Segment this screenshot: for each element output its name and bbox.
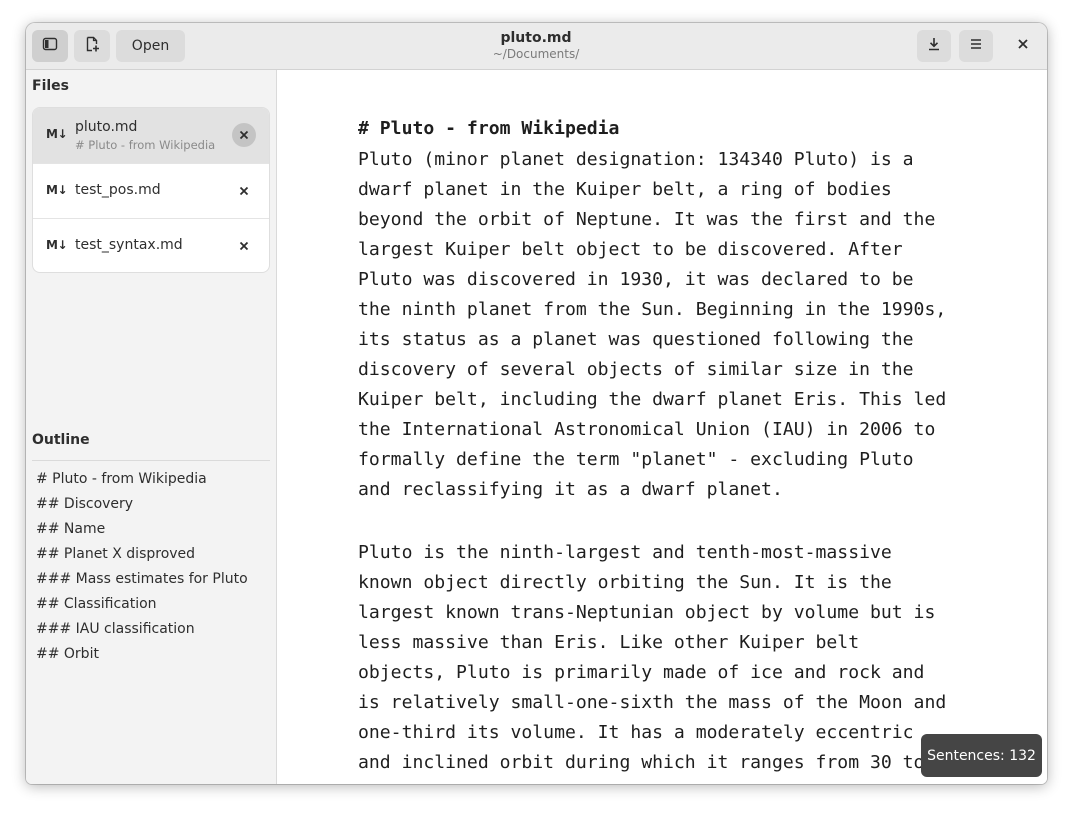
sidebar-icon bbox=[42, 36, 58, 56]
close-icon bbox=[239, 186, 249, 196]
outline-item[interactable]: ## Planet X disproved bbox=[36, 546, 195, 562]
close-file-button[interactable] bbox=[237, 239, 251, 253]
file-item-test-syntax[interactable]: M↓ test_syntax.md bbox=[33, 218, 269, 272]
outline-item[interactable]: # Pluto - from Wikipedia bbox=[36, 471, 207, 487]
close-icon bbox=[239, 241, 249, 251]
file-item-test-pos[interactable]: M↓ test_pos.md bbox=[33, 163, 269, 218]
download-icon bbox=[926, 36, 942, 56]
outline-item[interactable]: ## Name bbox=[36, 521, 105, 537]
file-item-name: test_pos.md bbox=[75, 182, 161, 198]
outline-item[interactable]: ### Mass estimates for Pluto bbox=[36, 571, 248, 587]
window-subtitle: ~/Documents/ bbox=[492, 47, 580, 61]
window-title-area: pluto.md ~/Documents/ bbox=[386, 29, 686, 62]
outline-item[interactable]: ## Orbit bbox=[36, 646, 99, 662]
close-file-button[interactable] bbox=[232, 123, 256, 147]
editor-area[interactable]: # Pluto - from Wikipedia Pluto (minor pl… bbox=[277, 70, 1047, 784]
outline-divider bbox=[32, 460, 270, 461]
files-list: M↓ pluto.md # Pluto - from Wikipedia M↓ … bbox=[32, 107, 270, 273]
header-bar: Open pluto.md ~/Documents/ bbox=[26, 23, 1047, 70]
new-document-icon bbox=[84, 36, 100, 56]
close-icon bbox=[1017, 38, 1029, 54]
save-button[interactable] bbox=[917, 30, 951, 62]
new-file-button[interactable] bbox=[74, 30, 110, 62]
editor-paragraph: Pluto (minor planet designation: 134340 … bbox=[358, 149, 947, 500]
editor-text[interactable]: # Pluto - from Wikipedia Pluto (minor pl… bbox=[358, 115, 978, 778]
window-title: pluto.md bbox=[500, 30, 572, 46]
close-icon bbox=[239, 130, 249, 140]
file-item-name: pluto.md bbox=[75, 119, 138, 135]
close-file-button[interactable] bbox=[237, 184, 251, 198]
markdown-file-icon: M↓ bbox=[46, 183, 68, 197]
file-item-pluto[interactable]: M↓ pluto.md # Pluto - from Wikipedia bbox=[33, 108, 269, 163]
file-item-subtitle: # Pluto - from Wikipedia bbox=[75, 138, 216, 152]
main-menu-button[interactable] bbox=[959, 30, 993, 62]
editor-paragraph: Pluto is the ninth-largest and tenth-mos… bbox=[358, 542, 947, 773]
window-close-button[interactable] bbox=[1007, 30, 1039, 62]
markdown-file-icon: M↓ bbox=[46, 238, 68, 252]
hamburger-menu-icon bbox=[968, 36, 984, 56]
outline-item[interactable]: ## Discovery bbox=[36, 496, 133, 512]
sidebar-toggle-button[interactable] bbox=[32, 30, 68, 62]
file-item-name: test_syntax.md bbox=[75, 237, 183, 253]
outline-section-title: Outline bbox=[32, 432, 90, 448]
open-button[interactable]: Open bbox=[116, 30, 185, 62]
outline-item[interactable]: ## Classification bbox=[36, 596, 157, 612]
markdown-file-icon: M↓ bbox=[46, 127, 68, 141]
files-section-title: Files bbox=[32, 78, 69, 94]
sidebar: Files M↓ pluto.md # Pluto - from Wikiped… bbox=[26, 70, 277, 784]
app-window: Open pluto.md ~/Documents/ Files M↓ plut… bbox=[26, 23, 1047, 784]
markdown-heading: # Pluto - from Wikipedia bbox=[358, 118, 620, 139]
outline-item[interactable]: ### IAU classification bbox=[36, 621, 195, 637]
sentence-count-toast: Sentences: 132 bbox=[921, 734, 1042, 777]
